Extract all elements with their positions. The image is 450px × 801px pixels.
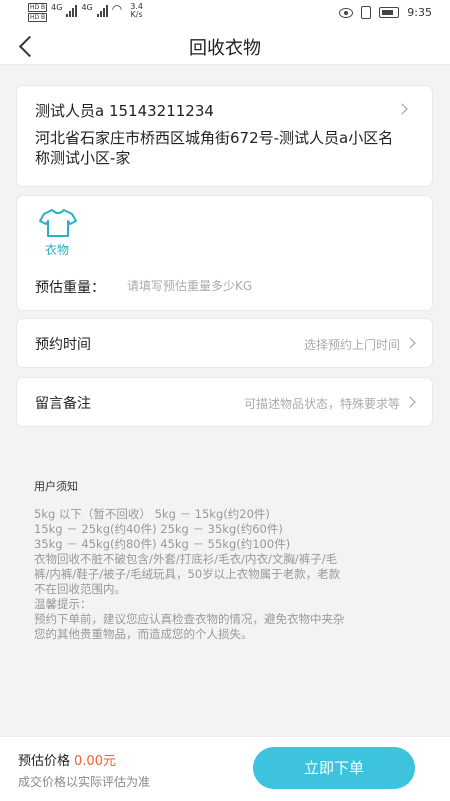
clothing-card: 衣物 预估重量： <box>17 196 432 310</box>
notice-line: 温馨提示： <box>34 597 92 611</box>
remarks-hint: 可描述物品状态，特殊要求等 <box>243 397 400 411</box>
notice-line: 不在回收范围内。 <box>34 582 126 596</box>
clock: 9:35 <box>407 6 432 19</box>
notice-line: 35kg － 45kg(约80件) 45kg － 55kg(约100件) <box>34 537 291 551</box>
page-title: 回收衣物 <box>189 38 261 59</box>
signal-icon <box>66 5 78 17</box>
signal-icon-2 <box>96 5 108 17</box>
notice-line: 裤/内裤/鞋子/被子/毛绒玩具，50岁以上衣物属于老款，老款 <box>34 567 341 581</box>
notice-line: 15kg － 25kg(约40件) 25kg － 35kg(约60件) <box>34 522 283 536</box>
price-value: 0.00元 <box>74 754 116 769</box>
submit-order-button[interactable]: 立即下单 <box>253 747 415 789</box>
address-card[interactable]: 测试人员a 15143211234 河北省石家庄市桥西区城角街672号-测试人员… <box>17 86 432 186</box>
chevron-right-icon <box>396 103 408 115</box>
network-type-2: 4G <box>81 3 93 12</box>
network-type-1: 4G <box>51 3 63 12</box>
address-detail: 河北省石家庄市桥西区城角街672号-测试人员a小区名称测试小区-家 <box>35 129 394 167</box>
appointment-time-row[interactable]: 预约时间 选择预约上门时间 <box>17 319 432 367</box>
eye-comfort-icon <box>339 7 354 18</box>
notice-line: 您的其他贵重物品，而造成您的个人损失。 <box>34 627 253 641</box>
contact-name-phone: 测试人员a 15143211234 <box>35 102 214 120</box>
notice-line: 5kg 以下（暂不回收） 5kg － 15kg(约20件) <box>34 507 270 521</box>
hd-indicator: HD B HD B <box>28 3 48 22</box>
battery-icon <box>379 7 400 18</box>
weight-label: 预估重量： <box>35 280 105 296</box>
bottom-bar: 预估价格 0.00元 成交价格以实际评估为准 立即下单 <box>0 736 450 801</box>
network-speed: 3.4 K/s <box>130 2 143 19</box>
remarks-label: 留言备注 <box>35 396 91 412</box>
notice-line: 预约下单前，建议您应认真检查衣物的情况，避免衣物中夹杂 <box>34 612 345 626</box>
nav-bar: 回收衣物 <box>0 26 450 65</box>
appointment-time-label: 预约时间 <box>35 337 91 353</box>
price-label: 预估价格 <box>18 754 71 769</box>
chevron-right-icon <box>404 396 416 408</box>
tshirt-icon[interactable] <box>39 208 77 238</box>
price-note: 成交价格以实际评估为准 <box>18 775 151 789</box>
remarks-row[interactable]: 留言备注 可描述物品状态，特殊要求等 <box>17 378 432 426</box>
notice-line: 衣物回收不脏不破包含/外套/打底衫/毛衣/内衣/文胸/裤子/毛 <box>34 552 338 566</box>
estimated-price: 预估价格 0.00元 <box>18 750 116 769</box>
appointment-time-hint: 选择预约上门时间 <box>303 338 400 352</box>
user-notice: 用户须知 5kg 以下（暂不回收） 5kg － 15kg(约20件) 15kg … <box>34 478 414 642</box>
notice-title: 用户须知 <box>34 480 78 493</box>
weight-input[interactable] <box>125 274 409 298</box>
vibrate-icon <box>361 6 372 19</box>
chevron-right-icon <box>404 337 416 349</box>
status-bar: HD B HD B 4G 4G ◠ 3.4 K/s 9:35 <box>0 0 450 26</box>
wifi-icon: ◠ <box>111 2 123 16</box>
category-label: 衣物 <box>45 243 70 257</box>
